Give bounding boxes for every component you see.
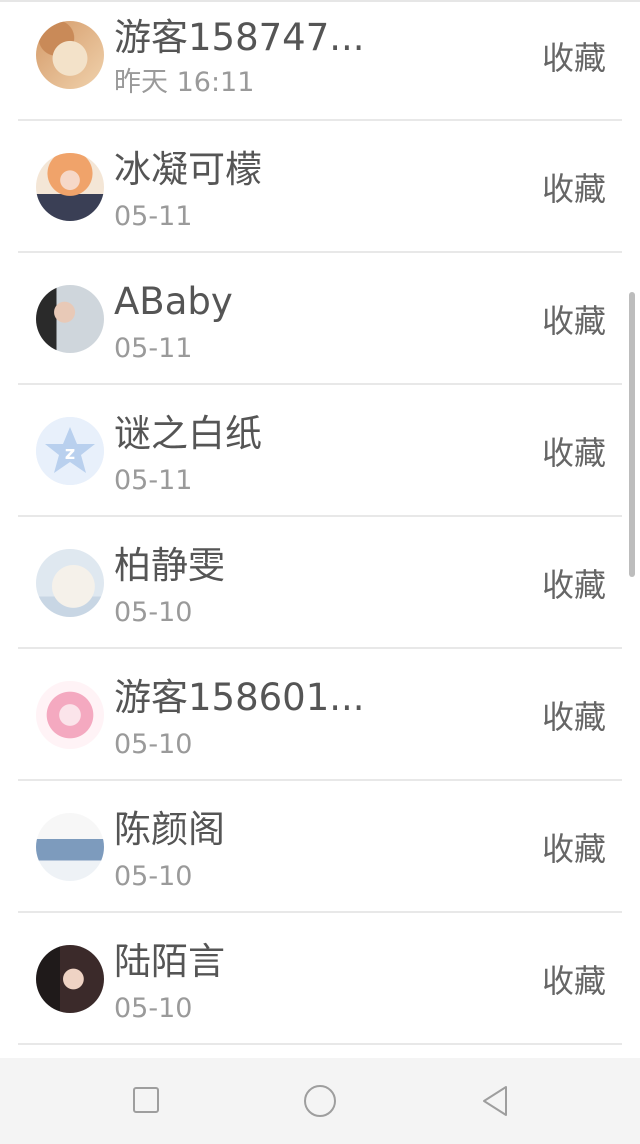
user-list[interactable]: 游客158747... 昨天 16:11 收藏 冰凝可檬 05-11 收藏 AB… [0, 0, 640, 1045]
avatar[interactable] [36, 285, 104, 353]
avatar[interactable] [36, 153, 104, 221]
timestamp: 05-10 [114, 597, 193, 628]
user-name: 柏静雯 [114, 544, 225, 587]
recent-apps-button[interactable] [126, 1084, 166, 1118]
list-item[interactable]: 陆陌言 05-10 收藏 [0, 913, 640, 1045]
list-item[interactable]: z 谜之白纸 05-11 收藏 [0, 385, 640, 517]
avatar[interactable] [36, 21, 104, 89]
favorite-button[interactable]: 收藏 [542, 38, 606, 78]
screen: 游客158747... 昨天 16:11 收藏 冰凝可檬 05-11 收藏 AB… [0, 0, 640, 1144]
timestamp: 05-10 [114, 993, 193, 1024]
list-item[interactable]: 陈颜阁 05-10 收藏 [0, 781, 640, 913]
list-item[interactable]: 冰凝可檬 05-11 收藏 [0, 121, 640, 253]
triangle-back-icon [483, 1086, 507, 1116]
avatar[interactable] [36, 945, 104, 1013]
avatar[interactable] [36, 549, 104, 617]
home-button[interactable] [300, 1084, 340, 1118]
user-name: 陈颜阁 [114, 808, 225, 851]
user-name: 冰凝可檬 [114, 148, 262, 191]
user-name: 谜之白纸 [114, 412, 262, 455]
favorite-button[interactable]: 收藏 [542, 829, 606, 869]
user-name: 游客158747... [114, 16, 365, 59]
timestamp: 05-10 [114, 861, 193, 892]
timestamp: 05-11 [114, 465, 193, 496]
favorite-button[interactable]: 收藏 [542, 697, 606, 737]
timestamp: 昨天 16:11 [114, 67, 255, 98]
user-name: 陆陌言 [114, 940, 225, 983]
timestamp: 05-10 [114, 729, 193, 760]
divider [18, 1043, 622, 1045]
user-name: 游客158601... [114, 676, 365, 719]
user-name: ABaby [114, 280, 233, 323]
timestamp: 05-11 [114, 201, 193, 232]
system-navigation-bar [0, 1058, 640, 1144]
list-item[interactable]: 游客158747... 昨天 16:11 收藏 [0, 0, 640, 121]
avatar[interactable] [36, 681, 104, 749]
favorite-button[interactable]: 收藏 [542, 565, 606, 605]
list-item[interactable]: ABaby 05-11 收藏 [0, 253, 640, 385]
favorite-button[interactable]: 收藏 [542, 301, 606, 341]
back-button[interactable] [476, 1084, 516, 1118]
avatar[interactable] [36, 813, 104, 881]
list-item[interactable]: 柏静雯 05-10 收藏 [0, 517, 640, 649]
circle-home-icon [304, 1085, 336, 1117]
favorite-button[interactable]: 收藏 [542, 961, 606, 1001]
qq-star-icon: z [36, 417, 104, 485]
favorite-button[interactable]: 收藏 [542, 169, 606, 209]
favorite-button[interactable]: 收藏 [542, 433, 606, 473]
scrollbar[interactable] [629, 292, 635, 577]
timestamp: 05-11 [114, 333, 193, 364]
svg-text:z: z [65, 443, 75, 464]
list-item[interactable]: 游客158601... 05-10 收藏 [0, 649, 640, 781]
square-recent-apps-icon [133, 1087, 159, 1113]
avatar[interactable]: z [36, 417, 104, 485]
